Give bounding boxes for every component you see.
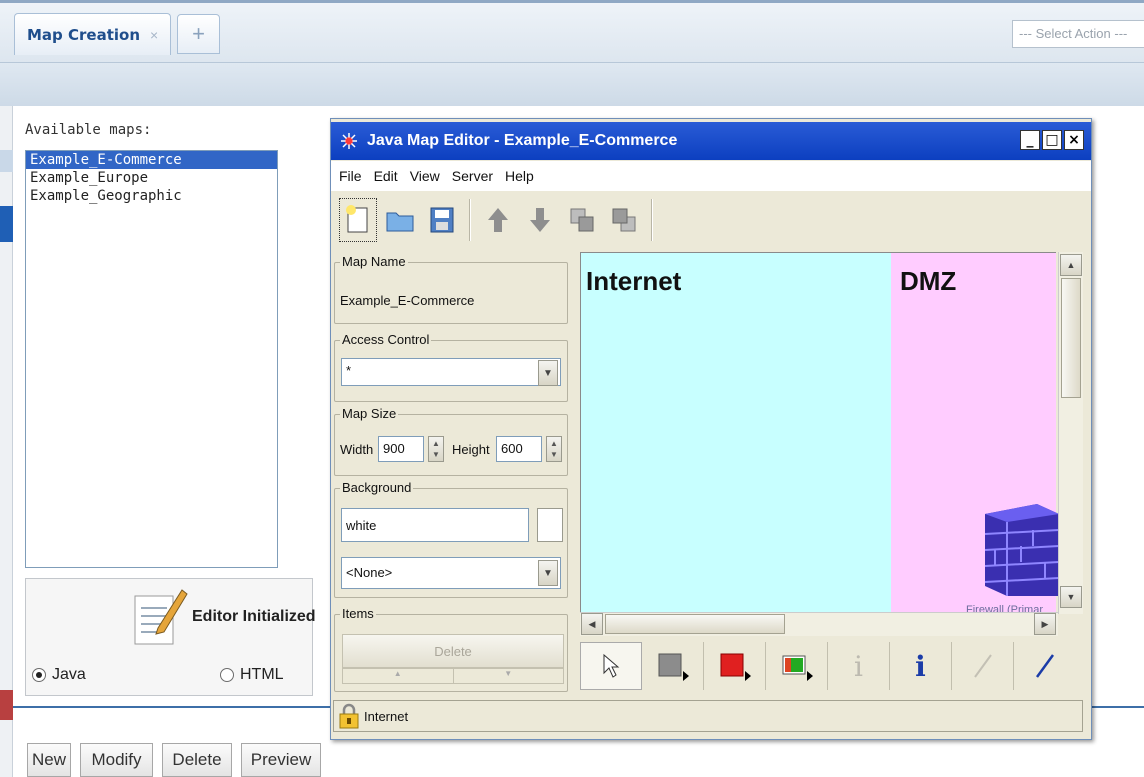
scroll-right-icon[interactable]: ▶ [1034, 613, 1056, 635]
firewall-icon[interactable] [975, 500, 1061, 600]
background-color-swatch[interactable] [537, 508, 563, 542]
menu-help[interactable]: Help [505, 168, 534, 184]
radio-java-dot[interactable] [32, 668, 46, 682]
modify-button[interactable]: Modify [80, 743, 153, 777]
pointer-icon[interactable] [580, 642, 642, 690]
menu-file[interactable]: File [339, 168, 362, 184]
width-label: Width [340, 442, 374, 457]
scroll-down-icon[interactable]: ▼ [1060, 586, 1082, 608]
add-tab-button[interactable]: + [177, 14, 220, 54]
available-maps-label: Available maps: [25, 122, 152, 138]
radio-html-label: HTML [240, 666, 284, 683]
width-field[interactable]: 900 [378, 436, 424, 462]
editor-status-bar: Internet [333, 700, 1083, 732]
dmz-zone-label: DMZ [900, 266, 957, 296]
background-image-field[interactable]: <None> [341, 557, 561, 589]
background-image-dropdown-icon[interactable]: ▼ [538, 560, 558, 586]
access-control-field[interactable]: * [341, 358, 561, 386]
toolbar-separator [651, 199, 653, 241]
map-size-title: Map Size [340, 406, 399, 421]
radio-java-label: Java [52, 666, 86, 683]
internet-zone-label: Internet [586, 266, 682, 296]
info-icon[interactable]: i [890, 642, 952, 690]
tab-close-icon[interactable]: × [150, 27, 158, 43]
left-strip-marker [0, 690, 13, 720]
radio-html-dot[interactable] [220, 668, 234, 682]
move-up-icon[interactable] [479, 198, 517, 242]
items-delete-button[interactable]: Delete [342, 634, 564, 668]
minimize-button[interactable]: _ [1020, 130, 1040, 150]
delete-button[interactable]: Delete [162, 743, 232, 777]
multi-color-node-icon[interactable] [766, 642, 828, 690]
preview-button[interactable]: Preview [241, 743, 321, 777]
document-pencil-icon [134, 589, 188, 645]
gray-node-icon[interactable] [642, 642, 704, 690]
left-strip-active-item [0, 206, 13, 242]
line-disabled-icon[interactable] [952, 642, 1014, 690]
width-stepper[interactable]: ▲ ▼ [428, 436, 444, 462]
background-color-field[interactable]: white [341, 508, 529, 542]
items-splitter[interactable]: ▲ ▼ [342, 668, 564, 684]
height-stepper[interactable]: ▲ ▼ [546, 436, 562, 462]
items-title: Items [340, 606, 376, 621]
menu-edit[interactable]: Edit [374, 168, 398, 184]
status-text: Internet [364, 708, 409, 724]
vertical-scrollbar[interactable]: ▲ ▼ [1058, 252, 1083, 614]
map-name-title: Map Name [340, 254, 408, 269]
tool-palette: i i [580, 640, 1082, 692]
access-control-dropdown-icon[interactable]: ▼ [538, 360, 558, 386]
scroll-up-icon[interactable]: ▲ [1060, 254, 1082, 276]
editor-title-bar[interactable]: Java Map Editor - Example_E-Commerce [331, 122, 1091, 160]
java-app-icon [341, 133, 357, 149]
new-map-icon[interactable] [339, 198, 377, 242]
layer-back-icon[interactable] [563, 198, 601, 242]
background-title: Background [340, 480, 414, 495]
tab-map-creation[interactable]: Map Creation × [14, 13, 171, 55]
horizontal-scrollbar[interactable]: ◀ ▶ [580, 612, 1058, 636]
maps-list[interactable]: Example_E-Commerce Example_Europe Exampl… [25, 150, 278, 568]
vertical-scroll-thumb[interactable] [1061, 278, 1081, 398]
editor-menu-bar: File Edit View Server Help [331, 161, 1091, 191]
select-action-dropdown[interactable]: --- Select Action --- [1012, 20, 1144, 48]
radio-java[interactable]: Java [32, 666, 86, 684]
red-node-icon[interactable] [704, 642, 766, 690]
scroll-left-icon[interactable]: ◀ [581, 613, 603, 635]
menu-view[interactable]: View [410, 168, 440, 184]
list-item-selected[interactable]: Example_E-Commerce [26, 151, 277, 169]
access-control-title: Access Control [340, 332, 432, 347]
info-disabled-icon[interactable]: i [828, 642, 890, 690]
height-field[interactable]: 600 [496, 436, 542, 462]
layer-front-icon[interactable] [605, 198, 643, 242]
maximize-button[interactable]: □ [1042, 130, 1062, 150]
horizontal-scroll-thumb[interactable] [605, 614, 785, 634]
top-tab-bar [0, 0, 1144, 62]
editor-title: Java Map Editor - Example_E-Commerce [367, 132, 678, 149]
left-strip-item [0, 150, 13, 172]
height-label: Height [452, 442, 490, 457]
tab-label: Map Creation [27, 25, 141, 44]
map-name-value: Example_E-Commerce [340, 293, 475, 308]
move-down-icon[interactable] [521, 198, 559, 242]
lock-icon [339, 703, 359, 729]
toolbar-separator [469, 199, 471, 241]
list-item[interactable]: Example_Europe [26, 169, 277, 187]
menu-server[interactable]: Server [452, 168, 493, 184]
radio-html[interactable]: HTML [220, 666, 284, 684]
list-item[interactable]: Example_Geographic [26, 187, 277, 205]
open-folder-icon[interactable] [381, 198, 419, 242]
editor-status-text: Editor Initialized [192, 608, 316, 625]
sub-toolbar [0, 62, 1144, 106]
editor-toolbar [339, 194, 669, 246]
close-button[interactable]: × [1064, 130, 1084, 150]
new-button[interactable]: New [27, 743, 71, 777]
line-icon[interactable] [1014, 642, 1076, 690]
save-icon[interactable] [423, 198, 461, 242]
